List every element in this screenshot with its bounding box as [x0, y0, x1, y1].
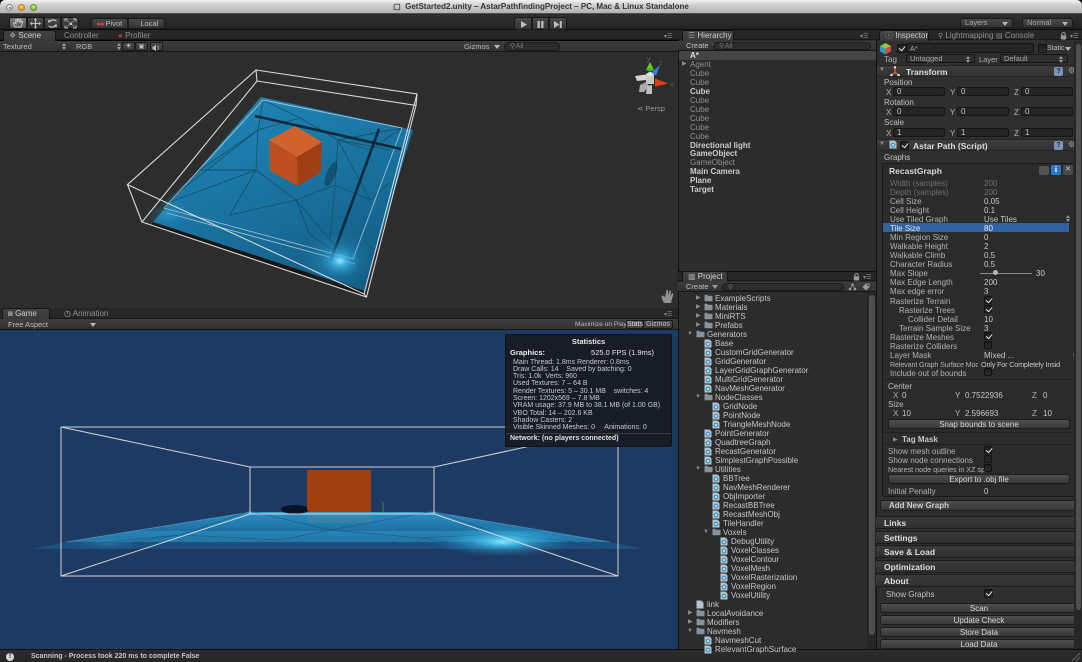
svg-text:z: z — [659, 60, 663, 67]
svg-text:x: x — [670, 82, 674, 89]
svg-text:y: y — [647, 56, 651, 63]
svg-text:⋖ Persp: ⋖ Persp — [637, 104, 665, 113]
